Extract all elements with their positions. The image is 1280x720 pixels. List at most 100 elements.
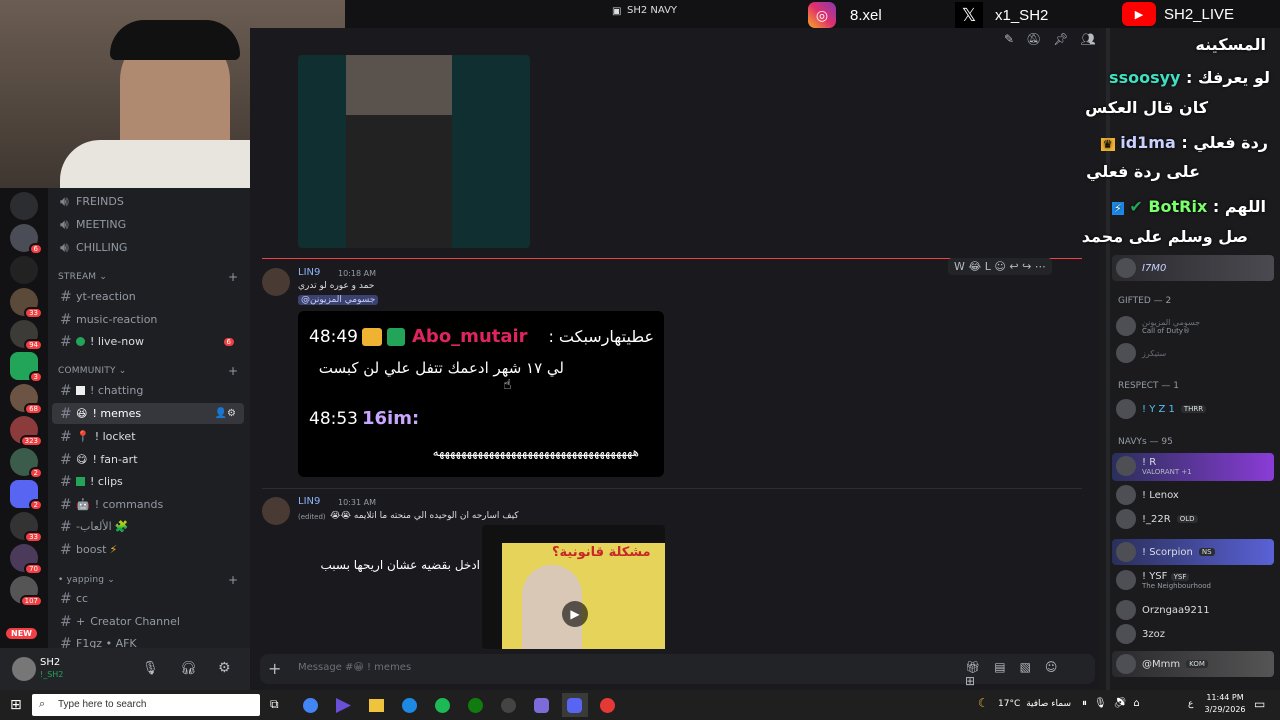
reply-icon[interactable]: ↩ xyxy=(1009,260,1018,273)
message-author[interactable]: LIN9 xyxy=(298,267,320,278)
chrome-icon[interactable] xyxy=(600,698,615,713)
member-item[interactable]: ستيكرز xyxy=(1116,343,1166,363)
server-icon-9[interactable]: 2 xyxy=(10,448,43,479)
scrollbar[interactable] xyxy=(1106,28,1110,690)
channel-commands[interactable]: # 🤖! commands xyxy=(52,494,244,515)
message-author[interactable]: LIN9 xyxy=(298,496,320,507)
pin-icon: 📍 xyxy=(76,430,90,443)
apps-icon[interactable]: ⊞ xyxy=(965,674,989,688)
headphones-icon[interactable]: 🎧︎ xyxy=(180,661,197,676)
avatar[interactable] xyxy=(262,497,290,525)
member-item[interactable]: ! R VALORANT +1 xyxy=(1116,456,1192,476)
server-icon-13[interactable]: 107 xyxy=(10,576,43,607)
pin-icon[interactable]: 📌︎ xyxy=(1053,32,1080,46)
server-icon-5[interactable]: 94 xyxy=(10,320,43,351)
taskbar-search[interactable]: ⌕ Type here to search xyxy=(32,694,260,716)
channel-live-now[interactable]: #! live-now 6 xyxy=(52,331,244,352)
channel-cc[interactable]: # cc xyxy=(52,588,244,609)
video-attachment[interactable]: مشكلة قانونية؟ ▶ xyxy=(482,525,665,649)
image-attachment[interactable] xyxy=(298,55,530,248)
channel-clips[interactable]: #! clips xyxy=(52,471,244,492)
mute-icon[interactable]: 🔕︎ xyxy=(1026,32,1053,46)
message-actions: W 😂 L ☺ ↩ ↪ ⋯ xyxy=(948,258,1052,275)
task-view-icon[interactable]: ⧉ xyxy=(270,697,279,712)
server-icon-11[interactable]: 33 xyxy=(10,512,43,543)
channel-creator[interactable]: # + Creator Channel xyxy=(52,611,244,632)
more-icon[interactable]: ⋯ xyxy=(1035,260,1046,273)
emoji-icon[interactable]: ☺ xyxy=(1045,660,1072,674)
member-item[interactable]: ! Lenox xyxy=(1116,485,1179,505)
clock-date[interactable]: 3/29/2026 xyxy=(1203,705,1247,714)
avatar[interactable] xyxy=(262,268,290,296)
reaction-emoji-icon[interactable]: 😂 xyxy=(968,260,981,273)
channel-yt-reaction[interactable]: # yt-reaction xyxy=(52,286,244,307)
member-item[interactable]: جسومي المزيونن Call of Duty® xyxy=(1116,316,1200,336)
tray-icons[interactable]: ⏸︎🎙︎🔊︎⌂ xyxy=(1082,698,1147,709)
member-item[interactable]: @Mmm KOM xyxy=(1116,654,1208,674)
voice-channel-meeting[interactable]: 🔊︎ MEETING xyxy=(52,214,244,235)
threads-icon[interactable]: ✎ xyxy=(1004,32,1026,46)
reaction-w-icon[interactable]: W xyxy=(954,260,965,273)
play-store-icon[interactable] xyxy=(336,698,351,713)
add-channel-icon[interactable]: + xyxy=(228,364,238,378)
server-icon-1[interactable] xyxy=(10,192,38,220)
category-community[interactable]: COMMUNITY ⌄ xyxy=(58,366,126,376)
chrome-icon[interactable] xyxy=(303,698,318,713)
server-icon-4[interactable]: 33 xyxy=(10,288,43,319)
voice-channel-freinds[interactable]: 🔊︎ FREINDS xyxy=(52,191,244,212)
xbox-icon[interactable] xyxy=(468,698,483,713)
user-mention[interactable]: @جسومي المزيونن xyxy=(298,295,379,305)
gear-icon[interactable]: ⚙ xyxy=(218,660,231,676)
member-item[interactable]: I7M0 xyxy=(1116,258,1166,278)
microphone-icon[interactable]: 🎙︎ xyxy=(142,661,159,676)
channel-boost[interactable]: # boost ⚡ xyxy=(52,539,244,560)
spotify-icon[interactable] xyxy=(435,698,450,713)
channel-games[interactable]: # -الألعاب 🧩 xyxy=(52,516,244,537)
reaction-l-icon[interactable]: L xyxy=(985,260,991,273)
server-icon-7[interactable]: 68 xyxy=(10,384,43,415)
server-icon-8[interactable]: 323 xyxy=(10,416,43,447)
channel-fan-art[interactable]: # 😋! fan-art xyxy=(52,449,244,470)
gift-icon[interactable]: 🎁︎ xyxy=(965,660,994,674)
add-channel-icon[interactable]: + xyxy=(228,270,238,284)
notification-icon[interactable]: ▭ xyxy=(1254,697,1265,711)
member-item[interactable]: ! Y Z 1 THRR xyxy=(1116,399,1207,419)
member-item[interactable]: ! Scorpion NS xyxy=(1116,542,1215,562)
play-icon[interactable]: ▶ xyxy=(562,601,588,627)
edge-icon[interactable] xyxy=(402,698,417,713)
folder-icon[interactable] xyxy=(369,699,384,712)
add-reaction-icon[interactable]: ☺ xyxy=(994,260,1005,273)
member-item[interactable]: Orzngaa9211 xyxy=(1116,600,1210,620)
message-input[interactable]: Message #😀 ! memes xyxy=(298,662,411,673)
member-item[interactable]: 3zoz xyxy=(1116,624,1165,644)
category-stream[interactable]: STREAM ⌄ xyxy=(58,272,107,282)
server-icon-3[interactable] xyxy=(10,256,38,284)
discord-icon[interactable] xyxy=(567,698,582,713)
server-icon-12[interactable]: 70 xyxy=(10,544,43,575)
app-icon[interactable] xyxy=(501,698,516,713)
member-item[interactable]: !_22R OLD xyxy=(1116,509,1198,529)
voice-channel-chilling[interactable]: 🔊︎ CHILLING xyxy=(52,237,244,258)
avatar[interactable] xyxy=(12,657,36,681)
forward-icon[interactable]: ↪ xyxy=(1022,260,1031,273)
sticker-icon[interactable]: ▧ xyxy=(1020,660,1045,674)
invite-settings-icon[interactable]: 👤⚙ xyxy=(215,408,236,419)
channel-chatting[interactable]: #! chatting xyxy=(52,380,244,401)
app-icon[interactable] xyxy=(534,698,549,713)
member-item[interactable]: ! YSF YSF The Neighbourhood xyxy=(1116,570,1211,590)
server-icon-2[interactable]: 6 xyxy=(10,224,43,255)
add-attachment-icon[interactable]: + xyxy=(268,659,281,678)
add-channel-icon[interactable]: + xyxy=(228,573,238,587)
channel-memes[interactable]: # 😆! memes 👤⚙ xyxy=(52,403,244,424)
clock-time[interactable]: 11:44 PM xyxy=(1205,693,1245,702)
language-indicator[interactable]: ع xyxy=(1188,699,1193,709)
server-icon-6[interactable]: 3 xyxy=(10,352,43,383)
server-icon-10[interactable]: 2 xyxy=(10,480,43,511)
channel-music-reaction[interactable]: # music-reaction xyxy=(52,309,244,330)
channel-locket[interactable]: # 📍! locket xyxy=(52,426,244,447)
windows-start-icon[interactable]: ⊞ xyxy=(10,697,22,713)
gif-icon[interactable]: ▤ xyxy=(994,660,1019,674)
category-yapping[interactable]: • yapping ⌄ xyxy=(58,575,115,585)
avatar xyxy=(1116,456,1136,476)
chat-screenshot-embed[interactable]: 48:49 Abo_mutair عطيتهارسبكت : لي ١٧ شهر… xyxy=(298,311,664,477)
